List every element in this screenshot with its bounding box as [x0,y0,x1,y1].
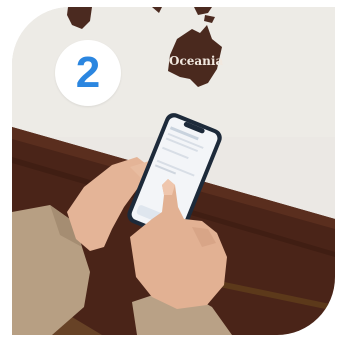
step-number: 2 [75,48,101,97]
wall-sign-text: Oceania [169,54,223,68]
step-badge: 2 [55,40,121,106]
photo-card: Oceania 2 [12,7,335,335]
